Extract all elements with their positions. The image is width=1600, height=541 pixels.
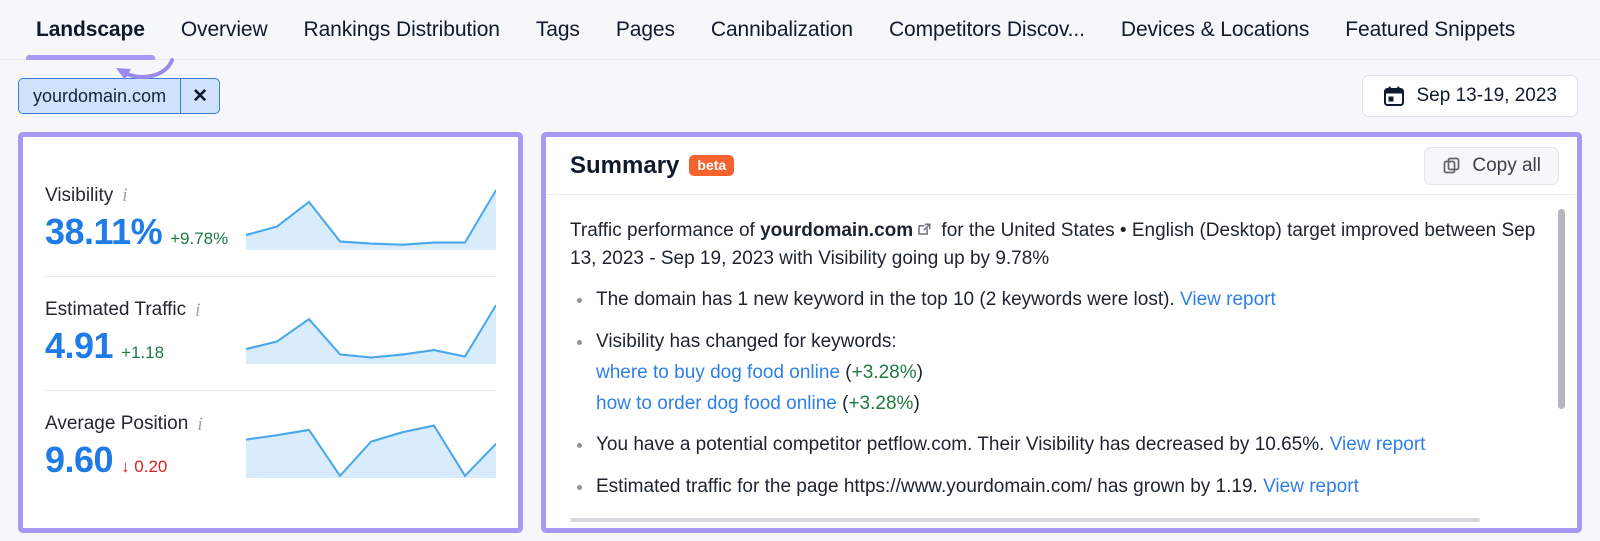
keyword-change-list: where to buy dog food online (+3.28%) ho… [596,359,1537,417]
tab-featured-snippets[interactable]: Featured Snippets [1327,0,1533,60]
tab-label: Devices & Locations [1120,18,1310,41]
list-item: The domain has 1 new keyword in the top … [570,286,1537,314]
metric-visibility: Visibility i 38.11% +9.78% [45,162,496,276]
metric-text-block: Average Position i 9.60 ↓ 0.20 [45,413,240,481]
metric-value: 4.91 [45,325,114,366]
tab-overview[interactable]: Overview [163,0,286,60]
keyword-link[interactable]: how to order dog food online [596,393,837,414]
sparkline-chart [246,304,496,364]
close-icon[interactable]: ✕ [181,79,219,113]
bullet-text: Estimated traffic for the page https://w… [596,475,1264,497]
keyword-change-value: +3.28% [851,362,917,384]
metric-title: Visibility i [45,185,240,207]
tab-devices-and-locations[interactable]: Devices & Locations [1103,0,1327,60]
tab-competitors-discovery[interactable]: Competitors Discov... [871,0,1103,60]
view-report-link[interactable]: View report [1263,476,1359,497]
summary-intro-paragraph: Traffic performance of yourdomain.com fo… [570,217,1537,272]
metric-text-block: Estimated Traffic i 4.91 +1.18 [45,299,240,367]
metric-estimated-traffic: Estimated Traffic i 4.91 +1.18 [45,275,496,390]
info-icon[interactable]: i [195,301,200,320]
keyword-link[interactable]: where to buy dog food online [596,362,840,383]
keyword-change-value: +3.28% [848,392,914,414]
metric-average-position: Average Position i 9.60 ↓ 0.20 [45,389,496,504]
sparkline-estimated-traffic [240,302,496,364]
date-range-label: Sep 13-19, 2023 [1416,85,1557,106]
bullet-text: Visibility has changed for keywords: [596,330,897,352]
metric-text-block: Visibility i 38.11% +9.78% [45,185,240,253]
metric-value-row: 9.60 ↓ 0.20 [45,439,240,481]
metric-delta: ↓ 0.20 [121,457,168,476]
summary-title: Summary [570,151,680,179]
tab-pages[interactable]: Pages [598,0,693,60]
metric-label: Visibility [45,184,114,206]
filter-row: yourdomain.com ✕ Sep 13-19, 2023 [0,60,1600,132]
tab-label: Competitors Discov... [888,18,1085,41]
info-icon[interactable]: i [197,415,202,434]
tab-label: Rankings Distribution [303,18,500,41]
summary-intro-domain: yourdomain.com [760,220,914,241]
keyword-change-row: how to order dog food online (+3.28%) [596,390,1537,418]
summary-header: Summary beta Copy all [546,137,1577,195]
metric-value-row: 38.11% +9.78% [45,211,240,253]
content-area: Visibility i 38.11% +9.78% Estimated Tra… [0,132,1600,533]
tab-cannibalization[interactable]: Cannibalization [693,0,871,60]
list-item: Estimated traffic for the page https://w… [570,473,1537,501]
horizontal-scrollbar-thumb[interactable] [570,518,1480,522]
metric-delta: +9.78% [170,228,229,248]
calendar-icon [1384,86,1405,106]
metric-value: 38.11% [45,210,163,252]
bullet-text: You have a potential competitor petflow.… [596,434,1330,456]
metric-label: Estimated Traffic [45,299,187,320]
domain-chip-label: yourdomain.com [19,79,182,113]
summary-body: Traffic performance of yourdomain.com fo… [546,195,1577,528]
keyword-change-wrap: (+3.28%) [842,392,920,414]
copy-all-label: Copy all [1472,154,1541,176]
list-item: You have a potential competitor petflow.… [570,431,1537,459]
tab-label: Overview [180,18,268,41]
beta-badge: beta [689,155,735,176]
sparkline-chart [246,424,496,478]
copy-all-button[interactable]: Copy all [1424,146,1559,185]
list-item: Visibility has changed for keywords: whe… [570,328,1537,418]
info-icon[interactable]: i [122,186,127,205]
key-metrics-card: Visibility i 38.11% +9.78% Estimated Tra… [18,132,523,533]
vertical-scrollbar-thumb[interactable] [1558,209,1565,409]
metric-title: Estimated Traffic i [45,299,240,321]
tab-label: Pages [615,18,675,41]
tab-label: Featured Snippets [1345,18,1516,41]
sparkline-chart [246,189,496,250]
metric-title: Average Position i [45,413,240,435]
keyword-change-wrap: (+3.28%) [845,362,923,384]
view-report-link[interactable]: View report [1330,434,1426,455]
metric-value: 9.60 [45,439,114,480]
view-report-link[interactable]: View report [1180,289,1276,310]
domain-filter-chip[interactable]: yourdomain.com ✕ [18,78,221,114]
metric-label: Average Position [45,413,189,434]
keyword-change-row: where to buy dog food online (+3.28%) [596,359,1537,387]
copy-icon [1443,157,1460,173]
tab-label: Tags [535,18,580,41]
summary-intro-pre: Traffic performance of [570,220,761,241]
summary-panel: Summary beta Copy all Traffic performanc… [541,132,1582,533]
primary-tab-bar: Landscape Overview Rankings Distribution… [0,0,1600,60]
tab-label: Landscape [36,18,145,41]
sparkline-average-position [240,416,496,478]
bullet-text: The domain has 1 new keyword in the top … [596,289,1181,311]
external-link-icon[interactable] [916,221,933,238]
tab-tags[interactable]: Tags [518,0,598,60]
metric-delta: +1.18 [121,343,165,362]
date-range-picker[interactable]: Sep 13-19, 2023 [1362,75,1578,117]
tab-rankings-distribution[interactable]: Rankings Distribution [286,0,518,60]
tab-label: Cannibalization [710,18,853,41]
tab-landscape[interactable]: Landscape [18,0,163,60]
sparkline-visibility [240,188,496,250]
summary-bullet-list: The domain has 1 new keyword in the top … [570,286,1537,500]
metric-value-row: 4.91 +1.18 [45,325,240,367]
